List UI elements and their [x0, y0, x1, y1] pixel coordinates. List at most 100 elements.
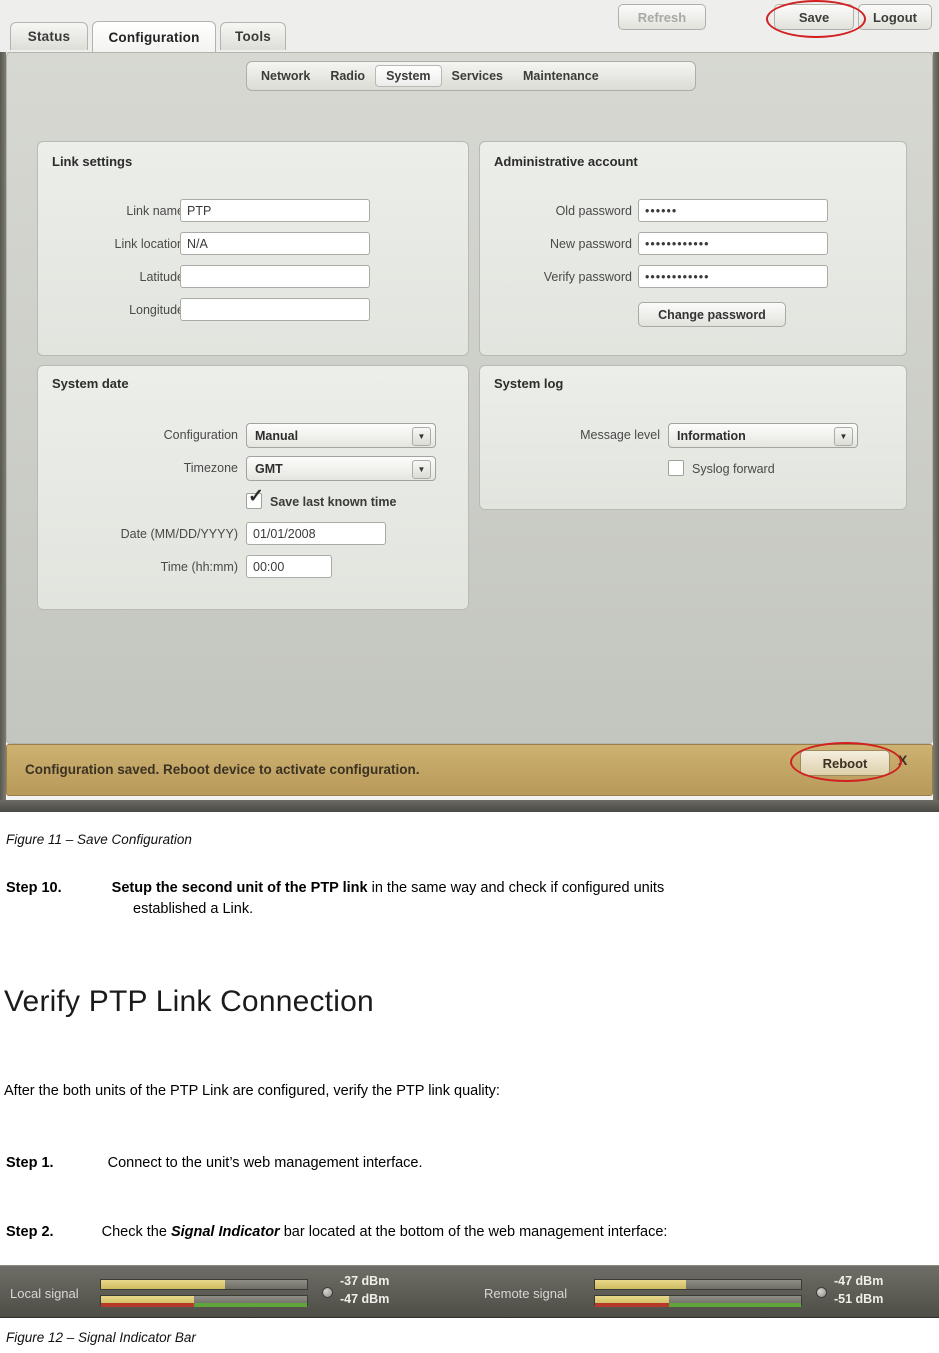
subtab-services[interactable]: Services — [442, 65, 513, 87]
local-signal-meter-top-fill — [101, 1280, 225, 1289]
figure-11-screenshot: Status Configuration Tools Refresh Save … — [0, 0, 939, 812]
save-last-known-time-label: Save last known time — [270, 495, 397, 509]
tab-status-label: Status — [27, 29, 71, 44]
local-signal-meter-bottom — [100, 1295, 308, 1307]
old-password-value: •••••• — [645, 203, 678, 218]
local-signal-value-top: -37 dBm — [340, 1274, 390, 1288]
subtab-maintenance-label: Maintenance — [522, 69, 599, 83]
subtab-network-label: Network — [261, 69, 311, 83]
link-name-value: PTP — [187, 203, 212, 218]
remote-signal-meters — [594, 1279, 802, 1307]
system-log-card: System log Message level Information ▼ S… — [479, 365, 907, 510]
step-10-block: Step 10. Setup the second unit of the PT… — [6, 878, 936, 920]
step-1-block: Step 1. Connect to the unit’s web manage… — [6, 1153, 423, 1174]
time-value: 00:00 — [253, 559, 285, 574]
subtab-network[interactable]: Network — [251, 65, 320, 87]
new-password-value: •••••••••••• — [645, 236, 710, 251]
change-password-button-label: Change password — [658, 307, 766, 322]
timezone-label: Timezone — [183, 461, 238, 475]
system-date-title: System date — [52, 376, 129, 391]
tab-configuration-label: Configuration — [108, 29, 200, 45]
tab-configuration[interactable]: Configuration — [92, 21, 216, 52]
message-level-select[interactable]: Information ▼ — [668, 423, 858, 448]
latitude-input[interactable] — [180, 265, 370, 288]
tab-status[interactable]: Status — [10, 22, 88, 50]
top-navigation-bar: Status Configuration Tools Refresh Save … — [0, 0, 939, 53]
step-1-text: Connect to the unit’s web management int… — [107, 1155, 423, 1171]
new-password-label: New password — [550, 237, 632, 251]
verify-password-input[interactable]: •••••••••••• — [638, 265, 828, 288]
local-signal-meters — [100, 1279, 308, 1307]
sub-navigation-bar: Network Radio System Services Maintenanc… — [246, 61, 696, 91]
chevron-down-icon[interactable]: ▼ — [412, 427, 431, 446]
date-configuration-value: Manual — [255, 428, 299, 443]
system-log-title: System log — [494, 376, 564, 391]
date-configuration-select[interactable]: Manual ▼ — [246, 423, 436, 448]
change-password-button[interactable]: Change password — [638, 302, 786, 327]
section-heading: Verify PTP Link Connection — [4, 985, 374, 1018]
verify-password-label: Verify password — [543, 270, 632, 284]
time-label: Time (hh:mm) — [160, 560, 238, 574]
verify-password-value: •••••••••••• — [645, 269, 710, 284]
subtab-services-label: Services — [451, 69, 503, 83]
remote-signal-meter-top — [594, 1279, 802, 1290]
chevron-down-icon[interactable]: ▼ — [834, 427, 853, 446]
save-button-label: Save — [798, 9, 830, 25]
old-password-label: Old password — [555, 204, 632, 218]
chevron-down-icon[interactable]: ▼ — [412, 460, 431, 479]
close-status-icon[interactable]: X — [898, 752, 907, 768]
administrative-account-title: Administrative account — [494, 154, 638, 169]
refresh-button[interactable]: Refresh — [618, 4, 706, 30]
local-signal-meter-bottom-green — [193, 1303, 307, 1307]
check-icon: ✓ — [248, 486, 264, 507]
step-2-bold-italic: Signal Indicator — [170, 1224, 280, 1240]
tab-tools-label: Tools — [235, 29, 271, 44]
figure-12-signal-indicator-bar: Local signal -37 dBm -47 dBm Remote sign… — [0, 1265, 939, 1318]
date-configuration-label: Configuration — [163, 428, 238, 442]
step-10-label: Step 10. — [6, 880, 62, 896]
local-signal-status-dot — [322, 1287, 333, 1298]
logout-button-label: Logout — [872, 9, 918, 25]
step-10-bold: Setup the second unit of the PTP link — [111, 880, 368, 896]
subtab-radio[interactable]: Radio — [320, 65, 375, 87]
new-password-input[interactable]: •••••••••••• — [638, 232, 828, 255]
timezone-value: GMT — [255, 461, 283, 476]
step-2-label: Step 2. — [6, 1224, 54, 1240]
syslog-forward-checkbox[interactable] — [668, 460, 684, 476]
save-last-known-time-checkbox[interactable]: ✓ — [246, 487, 264, 509]
link-name-input[interactable]: PTP — [180, 199, 370, 222]
longitude-input[interactable] — [180, 298, 370, 321]
save-button[interactable]: Save — [774, 4, 854, 30]
system-date-card: System date Configuration Manual ▼ Timez… — [37, 365, 469, 610]
link-location-input[interactable]: N/A — [180, 232, 370, 255]
step-1-label: Step 1. — [6, 1155, 54, 1171]
status-message-bar: Configuration saved. Reboot device to ac… — [6, 744, 933, 796]
screenshot-right-edge — [933, 52, 939, 812]
administrative-account-card: Administrative account Old password ••••… — [479, 141, 907, 356]
date-input[interactable]: 01/01/2008 — [246, 522, 386, 545]
remote-signal-meter-bottom — [594, 1295, 802, 1307]
local-signal-meter-bottom-red — [101, 1303, 194, 1307]
tab-tools[interactable]: Tools — [220, 22, 286, 50]
link-settings-title: Link settings — [52, 154, 133, 169]
syslog-forward-label: Syslog forward — [692, 462, 775, 476]
logout-button[interactable]: Logout — [858, 4, 932, 30]
status-message-text: Configuration saved. Reboot device to ac… — [25, 762, 420, 777]
step-2-block: Step 2. Check the Signal Indicator bar l… — [6, 1222, 667, 1243]
local-signal-value-bottom: -47 dBm — [340, 1292, 390, 1306]
reboot-button[interactable]: Reboot — [800, 750, 890, 776]
date-value: 01/01/2008 — [253, 526, 316, 541]
subtab-maintenance[interactable]: Maintenance — [513, 65, 609, 87]
local-signal-label: Local signal — [10, 1286, 79, 1301]
link-location-value: N/A — [187, 236, 208, 251]
time-input[interactable]: 00:00 — [246, 555, 332, 578]
subtab-radio-label: Radio — [330, 69, 366, 83]
timezone-select[interactable]: GMT ▼ — [246, 456, 436, 481]
reboot-button-label: Reboot — [822, 755, 868, 771]
message-level-label: Message level — [580, 428, 660, 442]
subtab-system[interactable]: System — [375, 65, 442, 87]
subtab-system-label: System — [386, 69, 431, 83]
old-password-input[interactable]: •••••• — [638, 199, 828, 222]
remote-signal-value-bottom: -51 dBm — [834, 1292, 884, 1306]
step-10-line2: established a Link. — [133, 901, 254, 917]
